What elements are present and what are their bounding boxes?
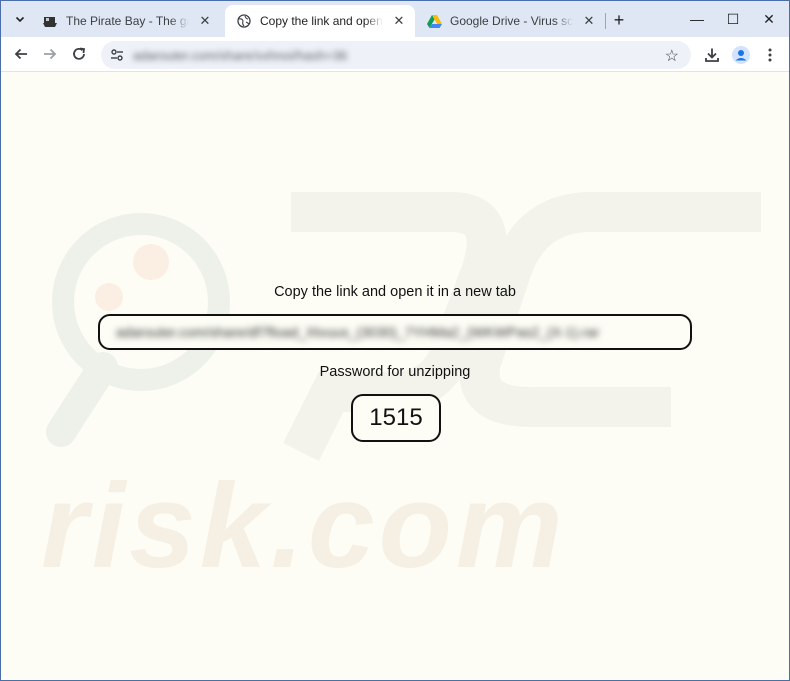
- close-tab-icon[interactable]: ✕: [581, 13, 597, 29]
- close-tab-icon[interactable]: ✕: [197, 13, 213, 29]
- password-label: Password for unzipping: [319, 364, 471, 380]
- forward-arrow-icon: [44, 48, 57, 60]
- tab-title: Copy the link and open it in a new tab: [260, 14, 383, 28]
- minimize-button[interactable]: —: [685, 8, 709, 30]
- browser-toolbar: adarouter.com/share/xxhnoi/hash=36 ☆: [1, 37, 789, 72]
- downloads-icon[interactable]: [702, 45, 722, 65]
- menu-kebab-icon[interactable]: [760, 45, 780, 65]
- tab-pirate-bay[interactable]: The Pirate Bay - The galaxy's most resil…: [31, 5, 221, 37]
- watermark-text: risk.com: [41, 459, 567, 593]
- tab-title: Google Drive - Virus scan warning: [450, 14, 573, 28]
- page-content: risk.com Copy the link and open it in a …: [1, 72, 789, 680]
- tab-google-drive[interactable]: Google Drive - Virus scan warning ✕: [415, 5, 605, 37]
- tab-title: The Pirate Bay - The galaxy's most resil…: [66, 14, 189, 28]
- back-arrow-icon: [14, 48, 27, 60]
- maximize-button[interactable]: ☐: [721, 8, 745, 30]
- back-button[interactable]: [10, 43, 32, 65]
- tab-search-chevron-icon[interactable]: [10, 9, 30, 29]
- forward-button[interactable]: [39, 43, 61, 65]
- close-tab-icon[interactable]: ✕: [391, 13, 407, 29]
- close-window-button[interactable]: ✕: [757, 8, 781, 30]
- tab-separator: [605, 13, 606, 29]
- url-text: adarouter.com/share/xxhnoi/hash=36: [133, 48, 348, 63]
- download-link-value[interactable]: adarouter.com/share/df7fload_Xtvuus_(303…: [116, 324, 599, 340]
- pirate-ship-icon: [42, 13, 58, 29]
- reload-icon: [73, 47, 86, 60]
- browser-window: The Pirate Bay - The galaxy's most resil…: [0, 0, 790, 681]
- reload-button[interactable]: [68, 43, 90, 65]
- password-value[interactable]: 1515: [351, 394, 441, 442]
- tab-strip: The Pirate Bay - The galaxy's most resil…: [1, 1, 789, 37]
- site-settings-icon[interactable]: [109, 47, 125, 63]
- instruction-text: Copy the link and open it in a new tab: [274, 284, 516, 300]
- address-bar[interactable]: adarouter.com/share/xxhnoi/hash=36 ☆: [101, 41, 691, 69]
- globe-icon: [236, 13, 252, 29]
- tab-copy-link[interactable]: Copy the link and open it in a new tab ✕: [225, 5, 415, 37]
- profile-avatar-icon[interactable]: [731, 45, 751, 65]
- new-tab-button[interactable]: +: [609, 10, 629, 30]
- google-drive-icon: [426, 13, 442, 29]
- bookmark-star-icon[interactable]: ☆: [665, 46, 679, 66]
- download-link-field[interactable]: adarouter.com/share/df7fload_Xtvuus_(303…: [98, 314, 692, 350]
